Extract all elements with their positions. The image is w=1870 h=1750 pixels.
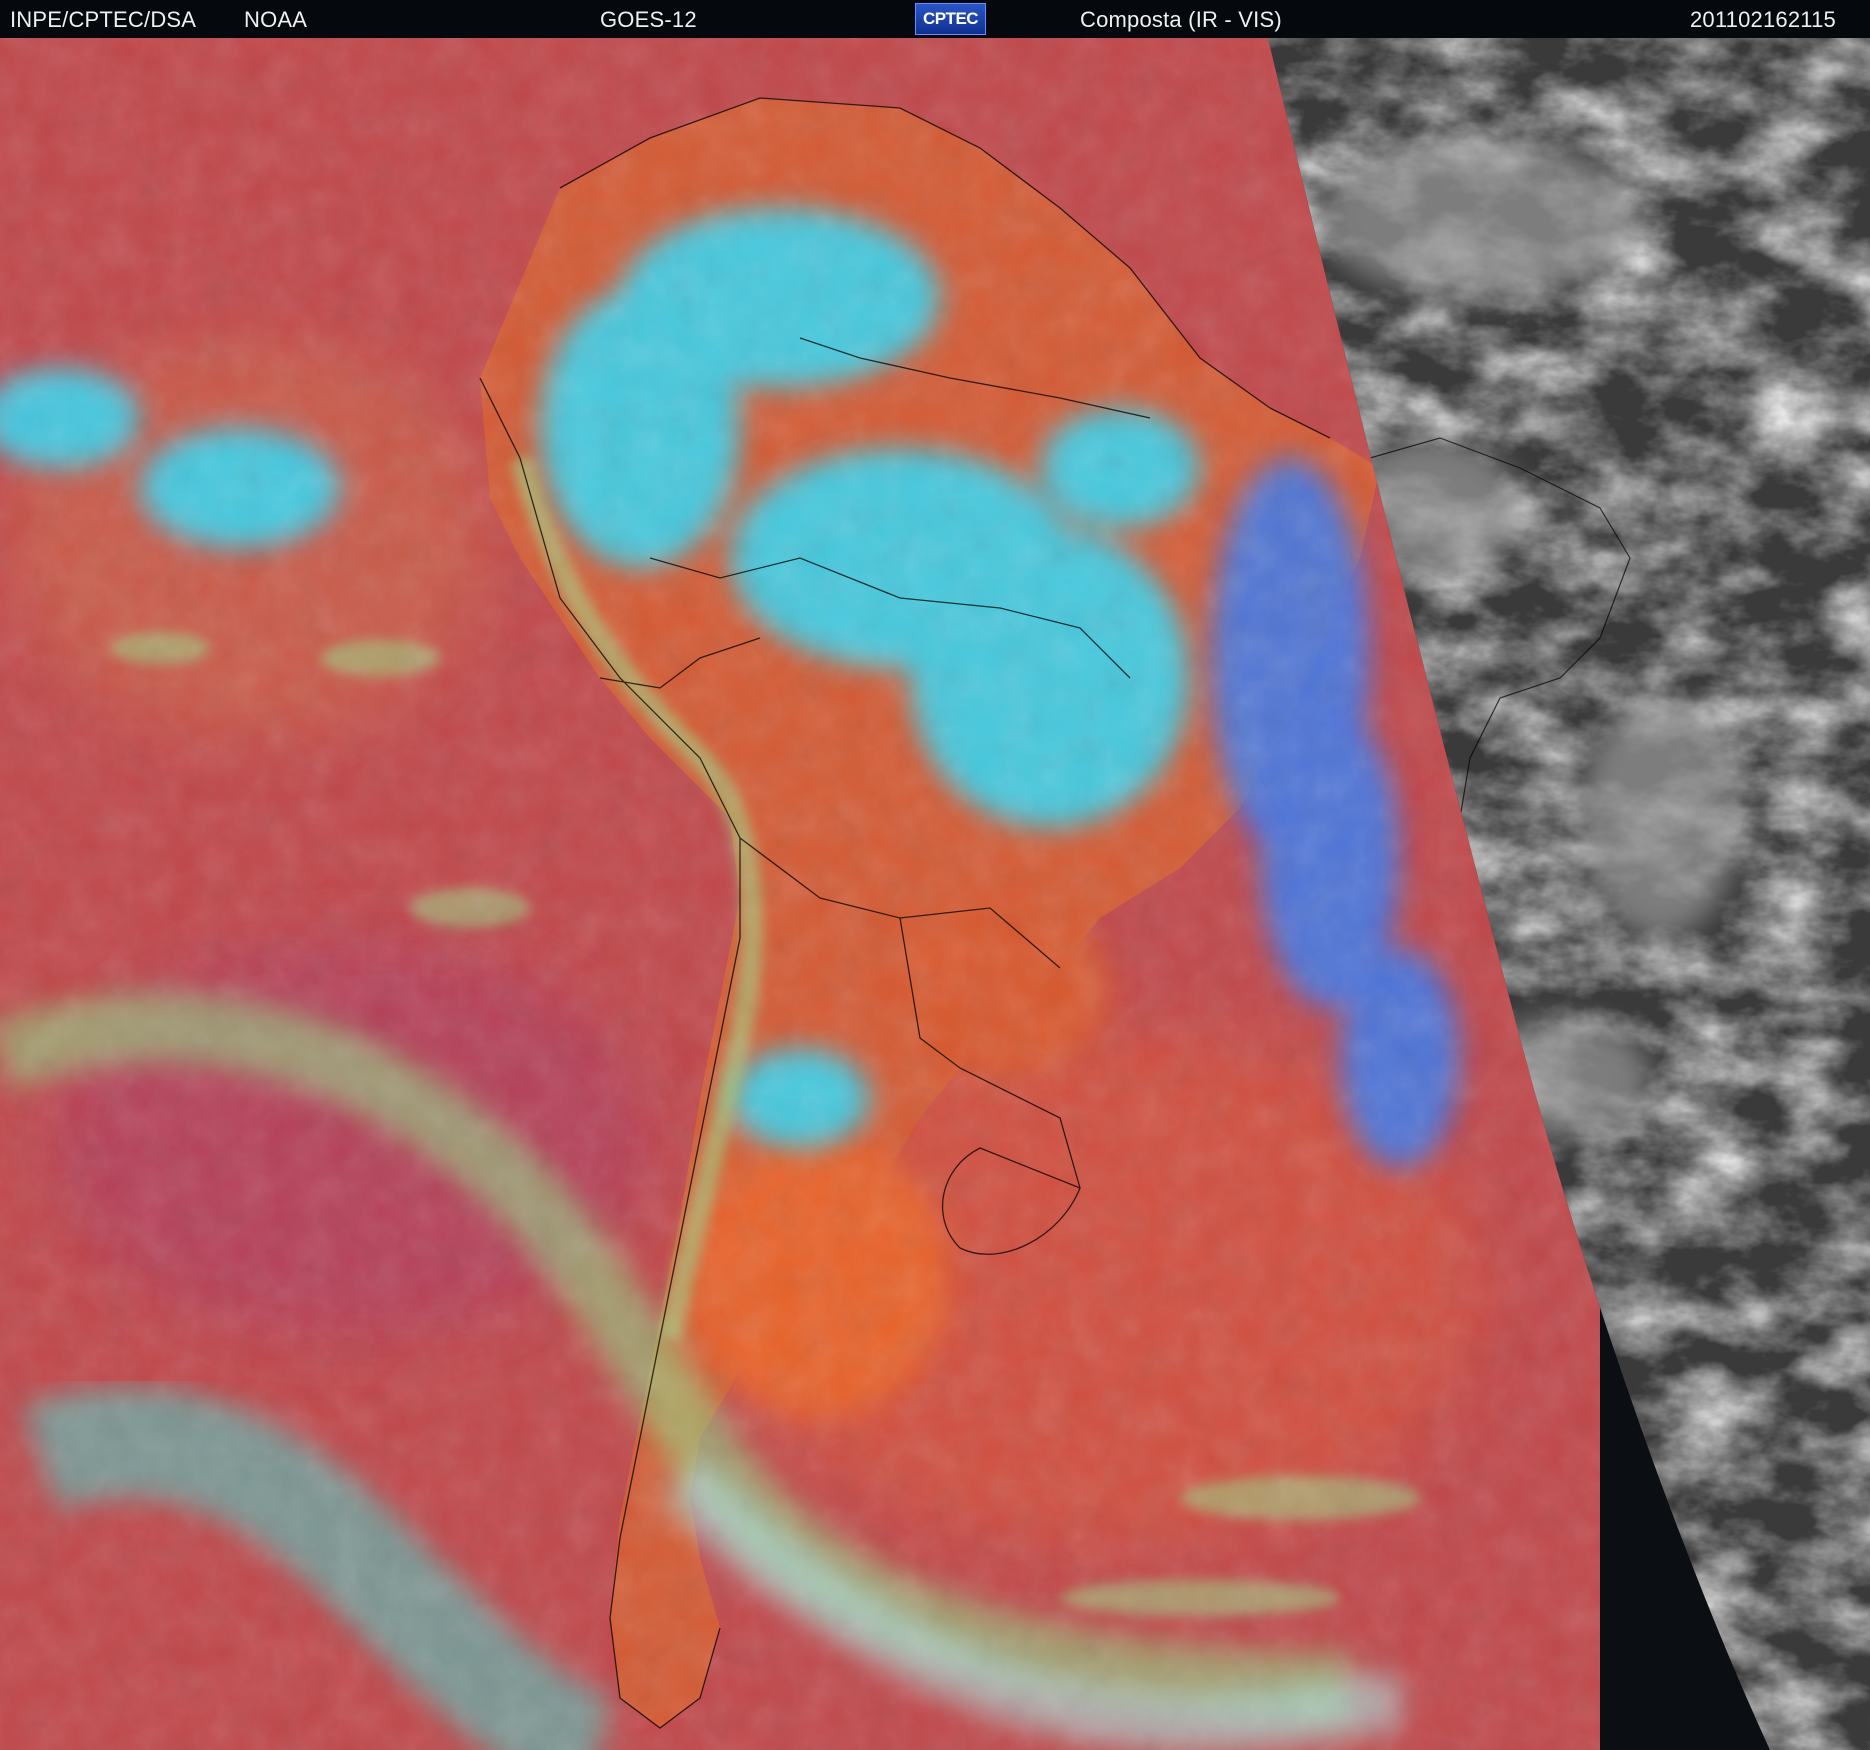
product-label: Composta (IR - VIS): [1080, 7, 1282, 32]
agency-label: INPE/CPTEC/DSA: [10, 7, 197, 32]
satellite-label: GOES-12: [600, 7, 697, 32]
noaa-label: NOAA: [244, 7, 308, 32]
satellite-image: [0, 38, 1870, 1750]
cptec-logo-text: CPTEC: [922, 9, 979, 28]
title-bar: INPE/CPTEC/DSA NOAA GOES-12 CPTEC Compos…: [0, 0, 1870, 38]
timestamp-label: 201102162115: [1690, 7, 1836, 32]
cptec-logo: CPTEC: [915, 3, 986, 35]
